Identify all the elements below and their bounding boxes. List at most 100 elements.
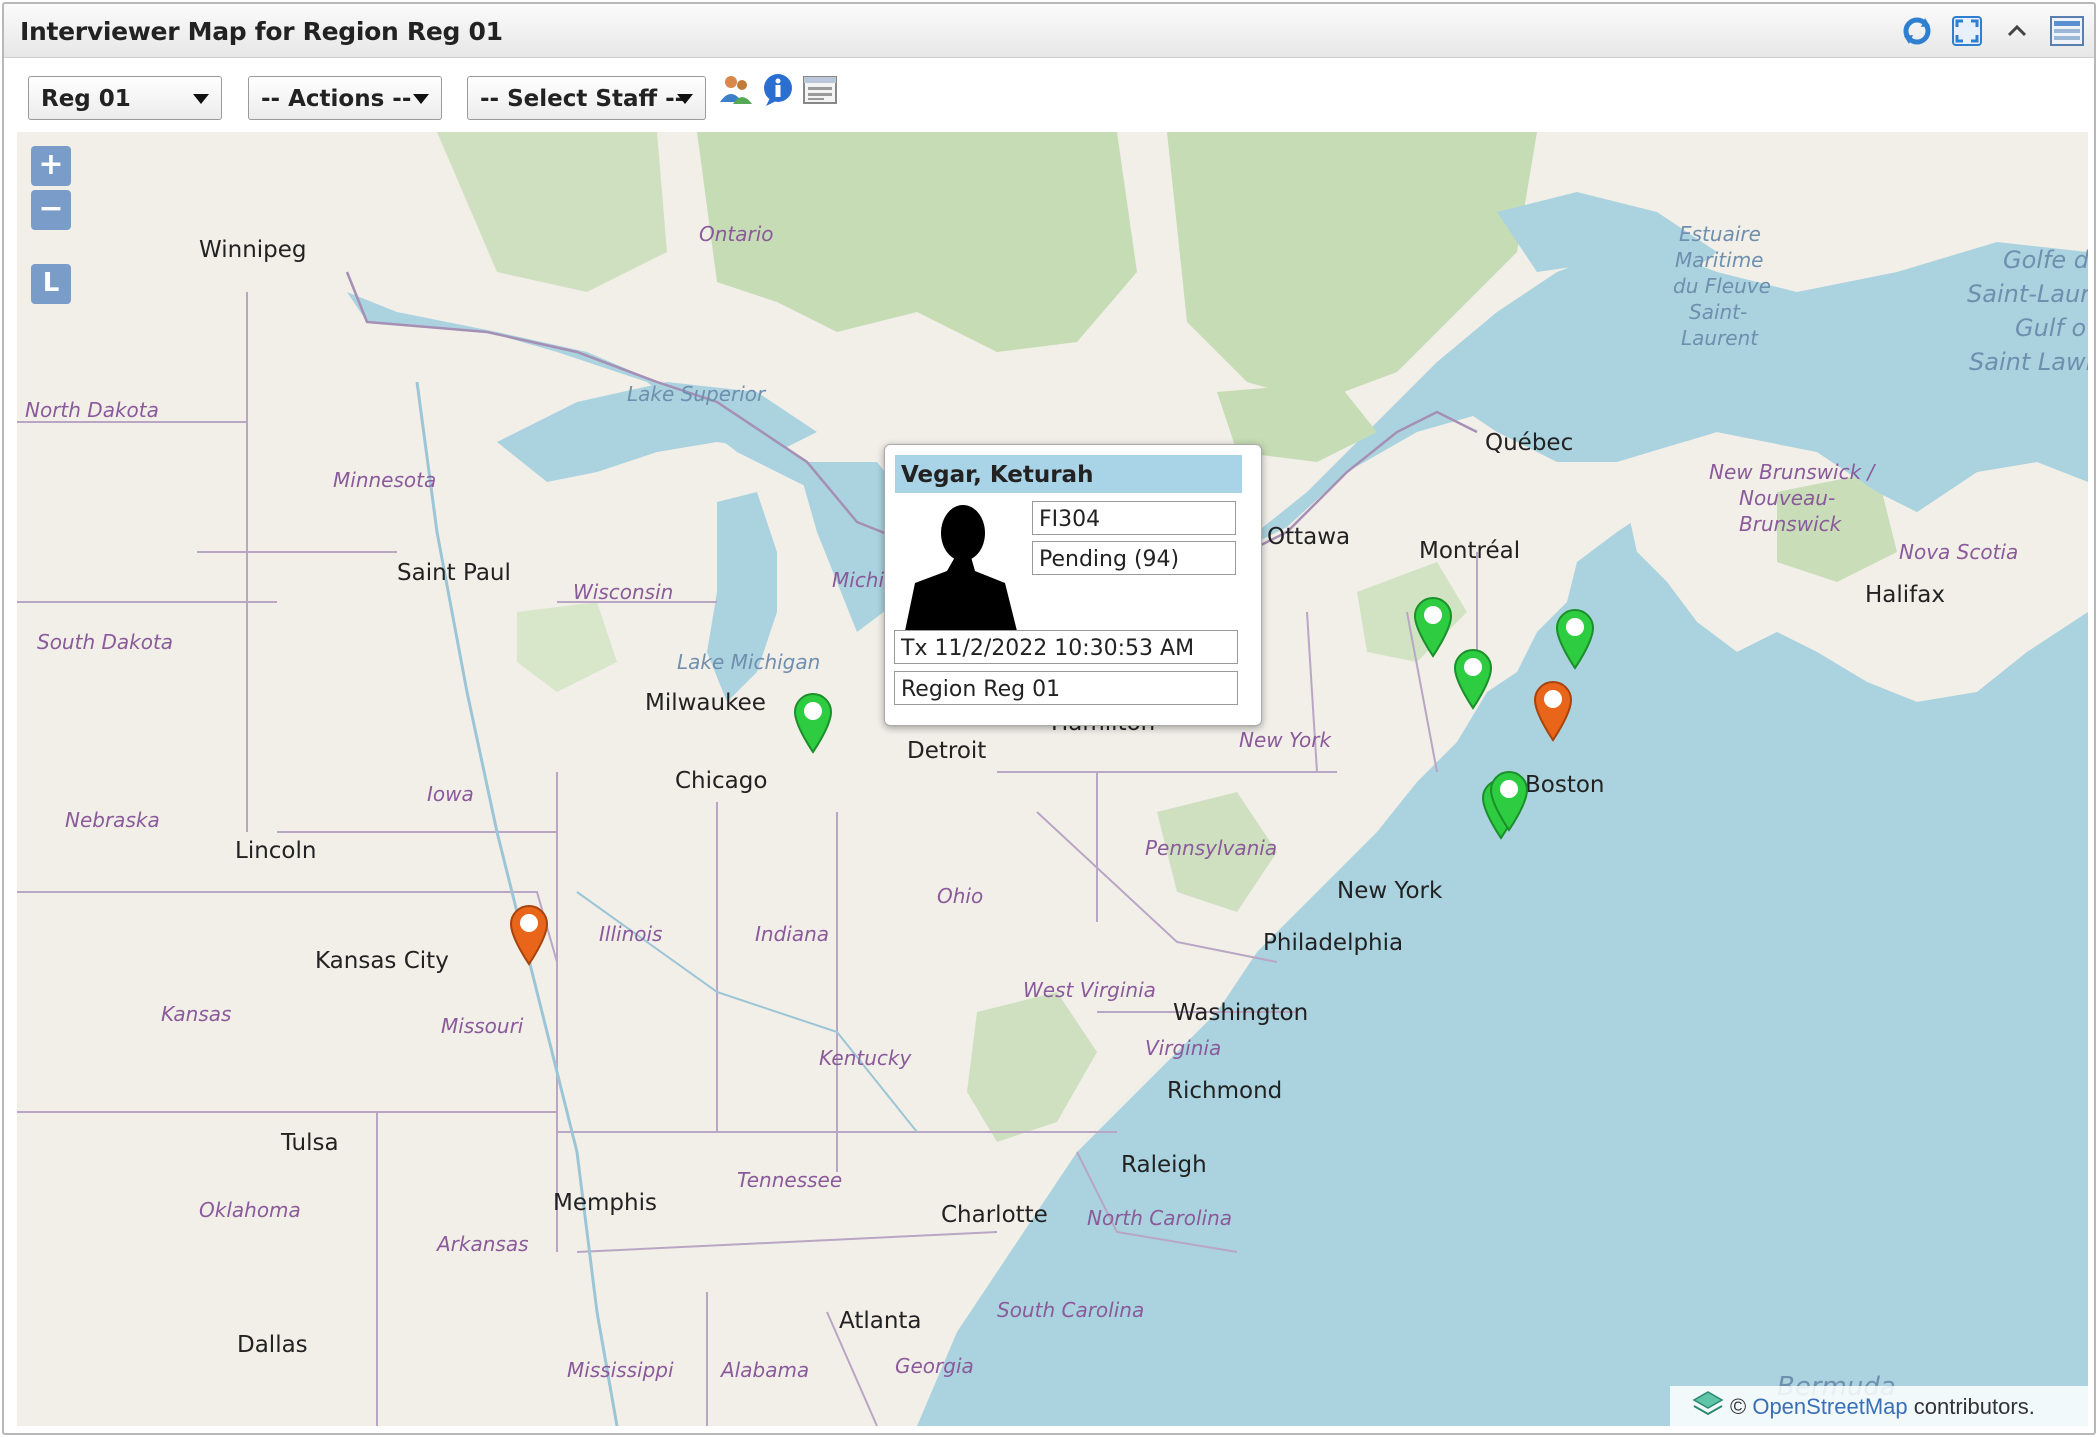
map-label: South Carolina (997, 1298, 1145, 1322)
actions-select-value: -- Actions -- (261, 86, 412, 112)
map-label: Lake Superior (627, 382, 766, 406)
map-label: du Fleuve (1673, 274, 1771, 298)
map-label: New Brunswick / (1709, 460, 1875, 484)
map-label: Dallas (237, 1332, 308, 1358)
map-label: Lincoln (235, 838, 317, 864)
map-label: Gulf o (2015, 314, 2087, 342)
openstreetmap-link[interactable]: OpenStreetMap (1752, 1394, 1907, 1419)
map-label: Ontario (699, 222, 774, 246)
panel-title: Interviewer Map for Region Reg 01 (20, 17, 503, 46)
map-label: Saint- (1689, 300, 1748, 324)
actions-select[interactable]: -- Actions -- (248, 76, 442, 120)
map-label: Virginia (1145, 1036, 1222, 1060)
map-label: Oklahoma (199, 1198, 301, 1222)
menu-icon[interactable] (2050, 14, 2084, 48)
layers-button[interactable]: L (31, 264, 71, 304)
map-label: Nouveau- (1739, 486, 1836, 510)
interviewer-marker[interactable] (1451, 646, 1495, 710)
map-label: Arkansas (437, 1232, 529, 1256)
interviewer-marker[interactable] (1553, 606, 1597, 670)
map-label: Kansas City (315, 948, 449, 974)
attribution-prefix: © (1730, 1394, 1753, 1419)
info-icon[interactable] (760, 72, 796, 108)
map-label: South Dakota (37, 630, 174, 654)
region-select-value: Reg 01 (41, 86, 131, 112)
map-panel: Interviewer Map for Region Reg 01 Reg 01… (2, 2, 2096, 1435)
map-label: Michi (832, 568, 885, 592)
map-label: Tennessee (737, 1168, 843, 1192)
map-label: Estuaire (1679, 222, 1761, 246)
map-label: Golfe d (2003, 246, 2088, 274)
map-label: Alabama (721, 1358, 810, 1382)
map-label: Québec (1485, 430, 1574, 456)
layers-icon (1692, 1390, 1724, 1426)
map-label: North Carolina (1087, 1206, 1233, 1230)
map-label: Saint-Laur (1967, 280, 2088, 308)
map-label: North Dakota (25, 398, 159, 422)
header-tools (1900, 14, 2084, 48)
interviewer-popup: Vegar, Keturah FI304 Pending (94) Tx 11/… (884, 444, 1262, 726)
map-label: Wisconsin (573, 580, 674, 604)
map-label: Charlotte (941, 1202, 1048, 1228)
map-label: Ottawa (1267, 524, 1351, 550)
list-icon[interactable] (802, 72, 838, 108)
map-canvas[interactable]: + − L Winnipeg Ontario North Dakota Lake… (17, 132, 2088, 1426)
map-label: Nebraska (65, 808, 160, 832)
map-label: Washington (1173, 1000, 1309, 1026)
chevron-down-icon (193, 94, 209, 104)
collapse-icon[interactable] (2000, 14, 2034, 48)
users-icon[interactable] (718, 72, 754, 108)
panel-header: Interviewer Map for Region Reg 01 (4, 4, 2094, 58)
interviewer-marker[interactable] (791, 690, 835, 754)
map-label: Maritime (1675, 248, 1764, 272)
map-label: Georgia (895, 1354, 974, 1378)
map-label: Atlanta (839, 1308, 922, 1334)
map-label: Lake Michigan (677, 650, 821, 674)
interviewer-marker[interactable] (507, 902, 551, 966)
staff-select-value: -- Select Staff -- (480, 86, 685, 112)
interviewer-marker[interactable] (1487, 768, 1531, 832)
chevron-down-icon (677, 94, 693, 104)
map-label: Halifax (1865, 582, 1945, 608)
map-label: Philadelphia (1263, 930, 1404, 956)
refresh-icon[interactable] (1900, 14, 1934, 48)
map-label: Indiana (755, 922, 830, 946)
map-label: West Virginia (1023, 978, 1156, 1002)
map-label: Raleigh (1121, 1152, 1207, 1178)
popup-status: Pending (94) (1032, 541, 1236, 575)
map-label: Illinois (599, 922, 663, 946)
attribution-suffix: contributors. (1907, 1394, 2035, 1419)
region-select[interactable]: Reg 01 (28, 76, 222, 120)
map-label: Iowa (427, 782, 474, 806)
map-label: Detroit (907, 738, 987, 764)
map-label: Boston (1525, 772, 1605, 798)
map-label: Richmond (1167, 1078, 1283, 1104)
popup-name: Vegar, Keturah (895, 455, 1242, 493)
map-basemap (17, 132, 2088, 1426)
map-label: Mississippi (567, 1358, 674, 1382)
zoom-in-button[interactable]: + (31, 146, 71, 186)
fullscreen-icon[interactable] (1950, 14, 1984, 48)
map-label: Ohio (937, 884, 984, 908)
map-label: New York (1337, 878, 1443, 904)
map-label: New York (1239, 728, 1332, 752)
popup-region: Region Reg 01 (894, 671, 1238, 705)
map-label: Pennsylvania (1145, 836, 1278, 860)
zoom-out-button[interactable]: − (31, 190, 71, 230)
map-label: Missouri (441, 1014, 524, 1038)
map-label: Kentucky (819, 1046, 912, 1070)
map-label: Chicago (675, 768, 768, 794)
map-label: Tulsa (281, 1130, 339, 1156)
map-label: Saint Paul (397, 560, 511, 586)
map-label: Kansas (161, 1002, 232, 1026)
map-label: Brunswick (1739, 512, 1842, 536)
avatar (901, 501, 1021, 631)
staff-select[interactable]: -- Select Staff -- (467, 76, 706, 120)
interviewer-marker[interactable] (1411, 594, 1455, 658)
map-label: Laurent (1681, 326, 1759, 350)
map-label: Montréal (1419, 538, 1521, 564)
interviewer-marker[interactable] (1531, 678, 1575, 742)
chevron-down-icon (413, 94, 429, 104)
map-label: Winnipeg (199, 237, 307, 263)
map-label: Memphis (553, 1190, 657, 1216)
